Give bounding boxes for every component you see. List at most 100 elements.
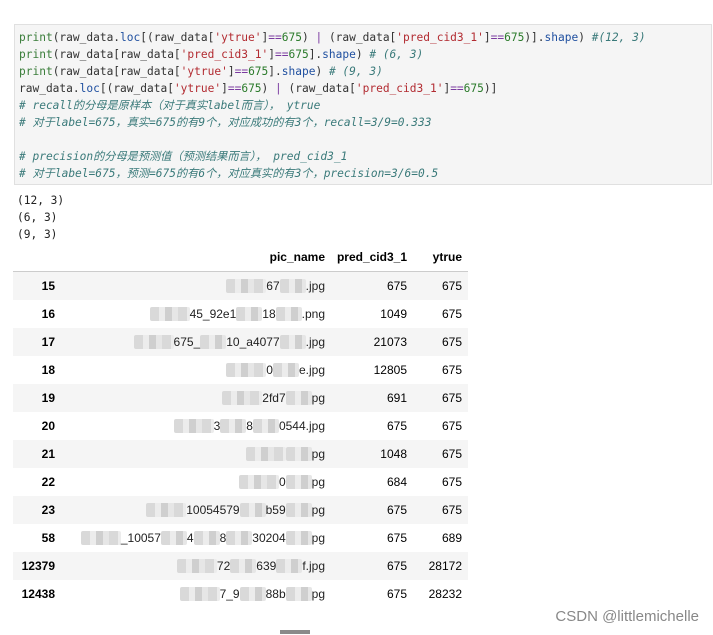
redacted-segment [200,335,227,350]
pic-name-fragment: 7_9 [219,586,240,601]
pic-name-fragment: 639 [256,558,277,573]
redacted-segment [230,559,257,574]
redacted-segment [275,307,302,322]
redacted-segment [239,587,266,602]
redacted-segment [285,531,312,546]
cell-ytrue: 675 [441,335,462,349]
redacted-segment [133,335,174,350]
table-row: 12438 7_9 88b pg 675 28232 [13,580,468,608]
pic-name-fragment: e.jpg [298,362,325,377]
table-row: 21 pg 1048 675 [13,440,468,468]
cell-pic-name: 675_ 10_a4077 .jpg [57,328,329,356]
redacted-segment [276,559,303,574]
code-comment-1: # recall的分母是原样本（对于真实label而言）， ytrue [19,99,321,112]
output-line-3: (9, 3) [17,228,58,241]
table-row: 22 0 pg 684 675 [13,468,468,496]
table-body: 15 67 .jpg 675 675 16 45_92e1 18 .png 1049 675 17 67… [13,271,468,609]
dataframe-table: pic_name pred_cid3_1 ytrue 15 67 .jpg 675 67… [13,243,468,608]
redacted-segment [220,419,247,434]
cell-pred-cid3-1: 1049 [380,307,407,321]
pic-name-fragment: pg [311,446,325,461]
cell-pic-name: 67 .jpg [57,272,329,301]
redacted-segment [226,531,253,546]
redacted-segment [272,363,299,378]
code-cell[interactable]: print(raw_data.loc[(raw_data['ytrue']==6… [14,24,712,185]
redacted-segment [173,419,214,434]
redacted-segment [179,587,220,602]
redacted-segment [160,531,187,546]
cell-ytrue: 675 [441,475,462,489]
code-editor[interactable]: print(raw_data.loc[(raw_data['ytrue']==6… [15,25,711,182]
redacted-segment [285,475,312,490]
table-row: 23 10054579 b59 pg 675 675 [13,496,468,524]
code-comment-4: # 对于label=675，预测=675的有6个，对应真实的有3个，precis… [19,167,439,180]
pic-name-fragment: 0 [278,474,286,489]
redacted-segment [285,447,312,462]
pic-name-fragment: 8 [219,530,227,545]
pic-name-fragment: .jpg [305,278,325,293]
cell-pred-cid3-1: 675 [386,279,407,293]
pic-name-fragment: 3 [213,418,221,433]
output-line-2: (6, 3) [17,211,58,224]
redacted-segment [285,391,312,406]
code-line-4: raw_data.loc[(raw_data['ytrue']==675) | … [19,82,498,95]
cell-ytrue: 675 [441,419,462,433]
row-index: 23 [41,503,55,517]
row-index: 19 [41,391,55,405]
cell-pic-name: 0 pg [57,468,329,496]
code-comment-2: # 对于label=675，真实=675的有9个，对应成功的有3个，recall… [19,116,432,129]
pic-name-fragment: 0 [266,362,273,377]
pic-name-fragment: 10_a4077 [226,334,280,349]
redacted-segment [176,559,217,574]
cell-pred-cid3-1: 21073 [373,335,407,349]
pic-name-fragment: 4 [186,530,194,545]
cell-ytrue: 675 [441,391,462,405]
cell-pic-name: 45_92e1 18 .png [57,300,329,328]
cell-pred-cid3-1: 675 [386,503,407,517]
redacted-segment [279,279,306,294]
cell-ytrue: 675 [441,307,462,321]
cell-pic-name: pg [57,440,329,468]
column-header-pic-name: pic_name [57,243,329,272]
table-row: 58 _10057 4 8 30204 pg 675 689 [13,524,468,552]
cell-pred-cid3-1: 675 [386,419,407,433]
redacted-segment [193,531,220,546]
redacted-segment [226,363,267,378]
horizontal-scrollbar[interactable] [280,630,310,634]
pic-name-fragment: 67 [266,278,280,293]
pic-name-fragment: 675_ [173,334,201,349]
redacted-segment [226,279,267,294]
pic-name-fragment: .jpg [305,334,325,349]
pic-name-fragment: _10057 [120,530,161,545]
redacted-segment [80,531,121,546]
cell-pred-cid3-1: 684 [386,475,407,489]
cell-ytrue: 675 [441,447,462,461]
code-line-3: print(raw_data[raw_data['ytrue']==675].s… [19,65,383,78]
redacted-segment [279,335,306,350]
cell-ytrue: 675 [441,363,462,377]
cell-ytrue: 689 [441,531,462,545]
redacted-segment [149,307,190,322]
row-index: 21 [41,447,55,461]
pic-name-fragment: 2fd7 [262,390,286,405]
code-line-2: print(raw_data[raw_data['pred_cid3_1']==… [19,48,424,61]
cell-pred-cid3-1: 691 [386,391,407,405]
table-row: 16 45_92e1 18 .png 1049 675 [13,300,468,328]
cell-pred-cid3-1: 675 [386,587,407,601]
redacted-segment [222,391,263,406]
cell-pred-cid3-1: 1048 [380,447,407,461]
cell-pic-name: 7_9 88b pg [57,580,329,608]
cell-ytrue: 28232 [428,587,462,601]
table-row: 17 675_ 10_a4077 .jpg 21073 675 [13,328,468,356]
cell-pred-cid3-1: 12805 [373,363,407,377]
redacted-segment [146,503,187,518]
table-row: 19 2fd7 pg 691 675 [13,384,468,412]
cell-ytrue: 675 [441,503,462,517]
row-index: 15 [41,279,55,293]
row-index: 18 [41,363,55,377]
pic-name-fragment: pg [311,474,325,489]
column-header-pred-cid3-1: pred_cid3_1 [329,243,410,272]
cell-pic-name: 2fd7 pg [57,384,329,412]
pic-name-fragment: 88b [265,586,286,601]
row-index: 17 [41,335,55,349]
